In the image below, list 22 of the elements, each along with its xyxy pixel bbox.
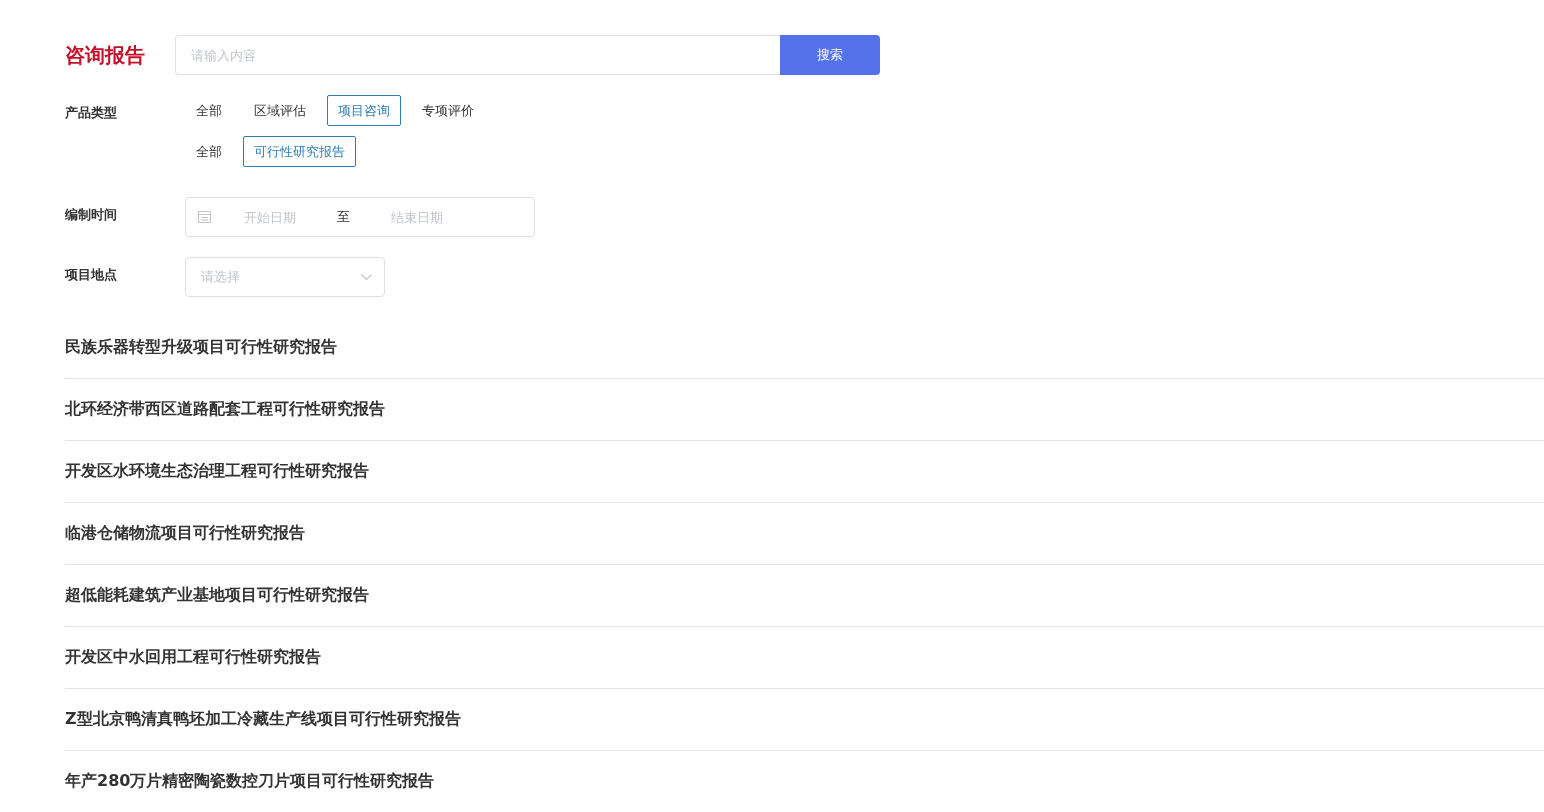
date-range-field[interactable]: 开始日期 至 结束日期 bbox=[185, 197, 535, 237]
page-title: 咨询报告 bbox=[65, 42, 146, 69]
filter-option[interactable]: 项目咨询 bbox=[327, 95, 401, 126]
filter-label: 产品类型 bbox=[65, 104, 118, 122]
end-date-field[interactable]: 结束日期 bbox=[358, 202, 476, 232]
report-title-link[interactable]: 开发区水环境生态治理工程可行性研究报告 bbox=[65, 461, 369, 482]
report-title-link[interactable]: 超低能耗建筑产业基地项目可行性研究报告 bbox=[65, 585, 369, 606]
filter-option[interactable]: 可行性研究报告 bbox=[243, 136, 356, 167]
filter-label: 项目地点 bbox=[65, 266, 118, 284]
report-title-link[interactable]: Z型北京鸭清真鸭坯加工冷藏生产线项目可行性研究报告 bbox=[65, 709, 461, 730]
report-title-link[interactable]: 开发区中水回用工程可行性研究报告 bbox=[65, 647, 321, 668]
filter-label: 编制时间 bbox=[65, 206, 118, 224]
calendar-icon bbox=[198, 211, 211, 223]
report-title-link[interactable]: 年产280万片精密陶瓷数控刀片项目可行性研究报告 bbox=[65, 771, 435, 792]
start-date-field[interactable]: 开始日期 bbox=[211, 202, 329, 232]
report-title-link[interactable]: 民族乐器转型升级项目可行性研究报告 bbox=[65, 337, 337, 358]
search-field[interactable]: 请输入内容 bbox=[175, 35, 780, 75]
chevron-down-icon bbox=[361, 273, 372, 281]
search-button[interactable]: 搜索 bbox=[780, 35, 880, 75]
report-title-link[interactable]: 北环经济带西区道路配套工程可行性研究报告 bbox=[65, 399, 385, 420]
report-title-link[interactable]: 临港仓储物流项目可行性研究报告 bbox=[65, 523, 305, 544]
range-separator: 至 bbox=[336, 208, 351, 226]
